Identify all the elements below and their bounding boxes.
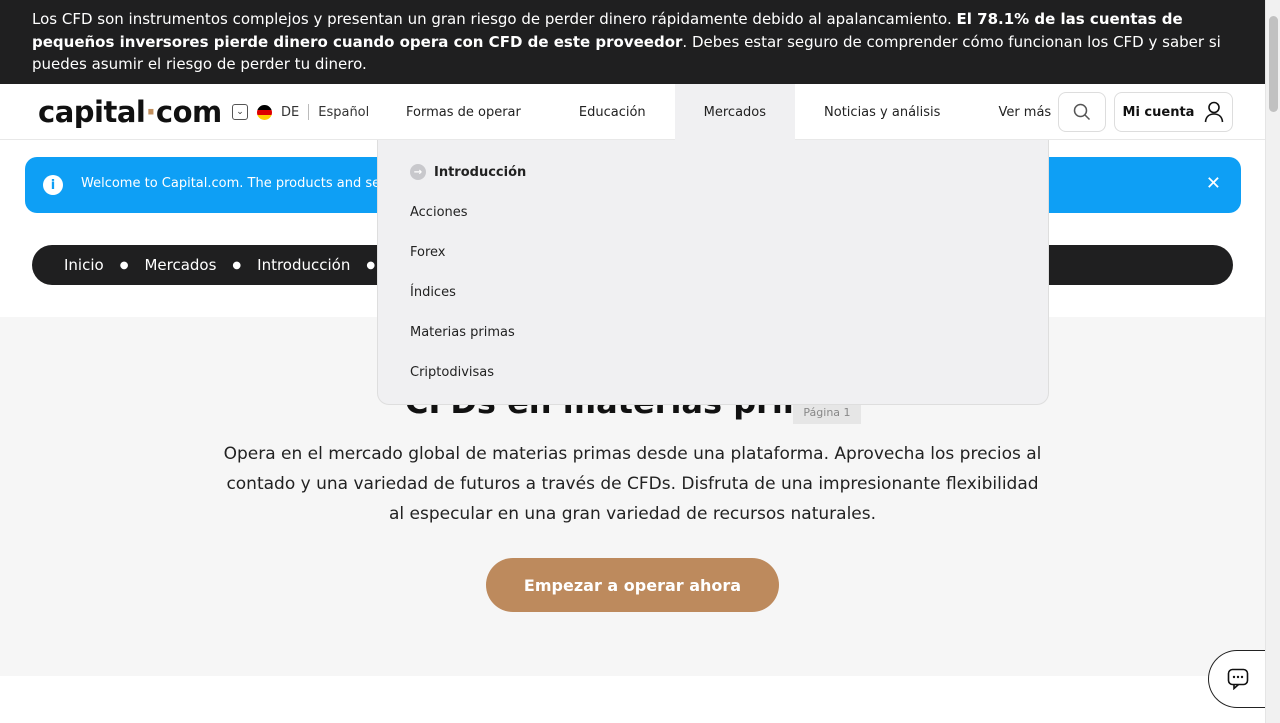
arrow-right-icon: → bbox=[410, 164, 426, 180]
welcome-text: Welcome to Capital.com. The products and… bbox=[81, 176, 381, 191]
dropdown-item-label: Introducción bbox=[434, 164, 527, 180]
chat-button[interactable] bbox=[1208, 650, 1266, 708]
start-trading-button[interactable]: Empezar a operar ahora bbox=[486, 558, 779, 612]
dropdown-item-acciones[interactable]: Acciones bbox=[410, 205, 468, 220]
breadcrumb-separator: ● bbox=[119, 259, 129, 271]
risk-text: Los CFD son instrumentos complejos y pre… bbox=[32, 10, 957, 28]
markets-dropdown: → Introducción Acciones Forex Índices Ma… bbox=[377, 140, 1049, 405]
chat-icon bbox=[1227, 668, 1248, 690]
nav-formas-de-operar[interactable]: Formas de operar bbox=[377, 84, 550, 140]
info-icon: i bbox=[43, 175, 63, 195]
close-icon[interactable]: ✕ bbox=[1206, 173, 1221, 194]
hero-description: Opera en el mercado global de materias p… bbox=[223, 444, 1042, 524]
breadcrumb-separator: ● bbox=[366, 259, 376, 271]
nav-educacion[interactable]: Educación bbox=[550, 84, 675, 140]
site-header: capital·com ⌄ DE Español Formas de opera… bbox=[0, 84, 1265, 140]
dropdown-item-materias-primas[interactable]: Materias primas bbox=[410, 325, 515, 340]
language-label: Español bbox=[318, 104, 370, 120]
search-icon bbox=[1073, 103, 1091, 121]
breadcrumb-mercados[interactable]: Mercados bbox=[144, 256, 216, 274]
account-button[interactable]: Mi cuenta bbox=[1114, 92, 1233, 132]
scrollbar-thumb[interactable] bbox=[1269, 16, 1278, 112]
account-label: Mi cuenta bbox=[1122, 104, 1195, 120]
dropdown-item-indices[interactable]: Índices bbox=[410, 285, 456, 300]
country-code: DE bbox=[281, 104, 300, 120]
risk-warning-banner: Los CFD son instrumentos complejos y pre… bbox=[0, 0, 1265, 84]
breadcrumb-introduccion[interactable]: Introducción bbox=[257, 256, 350, 274]
nav-mercados[interactable]: Mercados bbox=[674, 84, 796, 140]
language-selector[interactable]: ⌄ DE Español bbox=[232, 104, 369, 120]
main-nav: Formas de operar Educación Mercados Noti… bbox=[377, 84, 1080, 140]
logo[interactable]: capital·com bbox=[38, 95, 222, 129]
germany-flag-icon bbox=[257, 104, 272, 120]
search-button[interactable] bbox=[1058, 92, 1106, 132]
nav-noticias[interactable]: Noticias y análisis bbox=[795, 84, 969, 140]
chevron-down-icon: ⌄ bbox=[232, 104, 248, 120]
divider bbox=[308, 104, 310, 120]
breadcrumb-separator: ● bbox=[232, 259, 242, 271]
page-scrollbar[interactable] bbox=[1265, 0, 1280, 723]
user-icon bbox=[1205, 101, 1224, 123]
dropdown-item-introduccion[interactable]: → Introducción bbox=[410, 164, 526, 180]
dropdown-item-criptodivisas[interactable]: Criptodivisas bbox=[410, 365, 494, 380]
breadcrumb-inicio[interactable]: Inicio bbox=[64, 256, 104, 274]
dropdown-item-forex[interactable]: Forex bbox=[410, 245, 446, 260]
